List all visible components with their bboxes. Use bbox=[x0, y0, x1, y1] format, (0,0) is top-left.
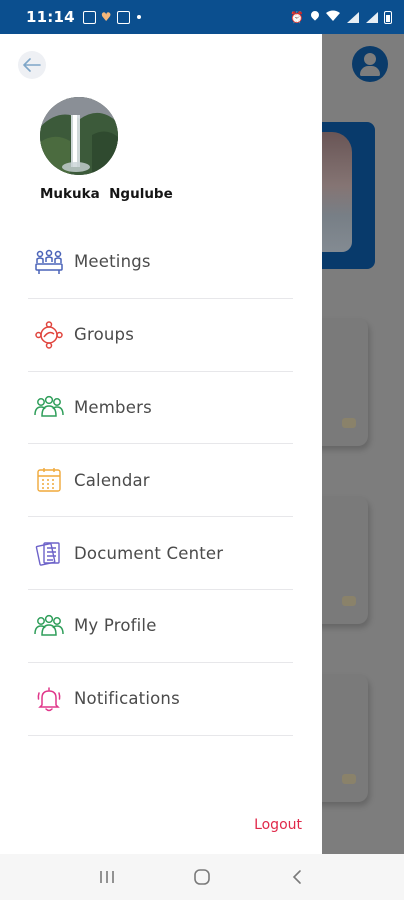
navigation-drawer: Mukuka Ngulube Meetings Groups Members C… bbox=[0, 34, 322, 854]
menu-item-calendar[interactable]: Calendar bbox=[28, 444, 293, 518]
background-app-overlay[interactable] bbox=[322, 34, 404, 854]
menu-item-label: Calendar bbox=[74, 470, 150, 490]
calendar-icon bbox=[34, 465, 64, 495]
meetings-icon bbox=[34, 247, 64, 277]
document-icon bbox=[34, 538, 64, 568]
groups-icon bbox=[34, 320, 64, 350]
user-avatar-icon bbox=[352, 46, 388, 82]
heart-icon: ♥ bbox=[100, 10, 112, 24]
menu-item-label: My Profile bbox=[74, 616, 157, 636]
menu-item-notifications[interactable]: Notifications bbox=[28, 663, 293, 736]
wifi-icon bbox=[326, 10, 340, 25]
home-button[interactable] bbox=[182, 862, 222, 892]
app-icon bbox=[116, 10, 130, 24]
more-dot-icon bbox=[136, 15, 141, 19]
menu-item-groups[interactable]: Groups bbox=[28, 299, 293, 372]
back-icon bbox=[292, 870, 301, 884]
profile-icon bbox=[34, 611, 64, 641]
menu-item-label: Notifications bbox=[74, 689, 180, 709]
menu-item-label: Members bbox=[74, 397, 152, 417]
status-notification-icons: ♥ bbox=[82, 10, 141, 24]
background-card bbox=[322, 496, 368, 624]
background-card bbox=[322, 674, 368, 802]
arrow-left-icon bbox=[23, 58, 41, 72]
background-banner bbox=[322, 122, 375, 269]
drawer-menu: Meetings Groups Members Calendar Documen… bbox=[28, 226, 293, 736]
bell-icon bbox=[34, 684, 64, 714]
alarm-icon: ⏰ bbox=[290, 10, 304, 24]
status-time: 11:14 bbox=[26, 8, 75, 26]
members-icon bbox=[34, 392, 64, 422]
menu-item-meetings[interactable]: Meetings bbox=[28, 226, 293, 299]
recent-apps-button[interactable] bbox=[87, 862, 127, 892]
background-card bbox=[322, 318, 368, 446]
menu-item-document-center[interactable]: Document Center bbox=[28, 517, 293, 590]
image-icon bbox=[82, 10, 96, 24]
back-button[interactable] bbox=[18, 51, 46, 79]
profile-photo[interactable] bbox=[40, 97, 118, 175]
signal-icon bbox=[365, 11, 378, 23]
signal-icon bbox=[346, 11, 359, 23]
logout-button[interactable]: Logout bbox=[254, 817, 302, 833]
location-icon bbox=[310, 11, 320, 23]
menu-item-label: Document Center bbox=[74, 543, 224, 563]
profile-name: Mukuka Ngulube bbox=[40, 186, 173, 202]
back-nav-button[interactable] bbox=[277, 862, 317, 892]
menu-item-my-profile[interactable]: My Profile bbox=[28, 590, 293, 663]
system-nav-bar bbox=[0, 854, 404, 900]
recent-apps-icon bbox=[100, 871, 115, 883]
menu-item-label: Groups bbox=[74, 325, 135, 345]
status-system-icons: ⏰ bbox=[290, 10, 392, 25]
status-bar: 11:14 ♥ ⏰ bbox=[0, 0, 404, 34]
menu-item-members[interactable]: Members bbox=[28, 372, 293, 445]
battery-icon bbox=[384, 10, 392, 24]
menu-item-label: Meetings bbox=[74, 252, 151, 272]
home-icon bbox=[194, 869, 210, 885]
